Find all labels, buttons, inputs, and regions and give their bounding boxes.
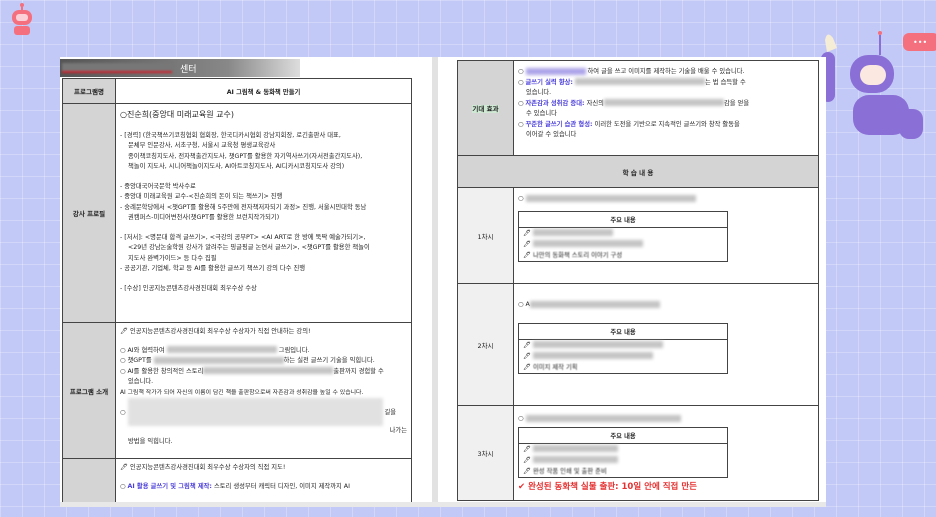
- effects-label: 기대 효과: [457, 60, 514, 156]
- intro-text: 그림입니다.: [278, 346, 310, 354]
- session-2: ○ A 주요 내용 🖊 🖊 🖊 이미지 제작 기획: [513, 283, 819, 406]
- box-item: 이미지 제작 기획: [533, 363, 578, 371]
- career-line: 책놀이 지도사, 시니어책놀이지도사, AI아트코칭지도사, AI디카시코칭지도…: [128, 163, 345, 170]
- published-note: ✔ 완성된 동화책 실물 출판: 10일 안에 직접 만든: [518, 481, 697, 492]
- career-line: - [경력] (한국책쓰기코칭협회 협회장, 한국디카시협회 강남지회장, 로긴…: [120, 131, 341, 139]
- intro-text: AI를 활용한 창의적인 스토리: [127, 367, 204, 375]
- effect-text: 이러한 도전을 기반으로 지속적인 글쓰기와 창작 활동을: [594, 120, 740, 128]
- waving-robot-icon: •••: [821, 31, 936, 139]
- goal-text: 스토리 생성부터 캐릭터 디자인, 이미지 제작까지 AI: [213, 482, 350, 490]
- intro-text: 있습니다.: [128, 378, 154, 385]
- banner-text: 센터: [180, 65, 197, 75]
- expected-effects: ○ 하여 글을 쓰고 이미지를 제작하는 기술을 배울 수 있습니다. ○ 글쓰…: [513, 60, 819, 156]
- session-3: ○ 주요 내용 🖊 🖊 🖊 완성 작품 인쇄 및 출판 준비 ✔ 완성된 동화책…: [513, 405, 819, 501]
- effect-text: 이어갈 수 있습니다: [526, 131, 577, 138]
- education-line: - 중앙대국어국문학 박사수료: [120, 182, 196, 190]
- program-intro: 🖊 인공지능콘텐츠강사경진대회 최우수상 수상자가 직접 안내하는 강의! ○ …: [115, 322, 412, 459]
- program-goals: 🖊 인공지능콘텐츠강사경진대회 최우수상 수상자의 직접 지도! ○ AI 활용…: [115, 458, 412, 504]
- intro-text: AI와 협력하여: [127, 346, 165, 354]
- box-title: 주요 내용: [519, 212, 727, 228]
- intro-heading: 인공지능콘텐츠강사경진대회 최우수상 수상자가 직접 안내하는 강의!: [130, 328, 311, 335]
- books-line: - [저서]: <명문대 합격 글쓰기>, <극강의 공부PT> <AI ART…: [120, 233, 366, 241]
- education-line: - 숭례문학당에서 <챗GPT를 활용해 5주만에 전자책저자되기 과정> 진행…: [120, 203, 367, 211]
- box-title: 주요 내용: [519, 324, 727, 340]
- effect-text: 수 있습니다: [526, 110, 557, 117]
- program-name-label: 프로그램명: [62, 78, 116, 104]
- books-line: <29년 강남논술학원 강사가 알려주는 핑글핑글 논연서 글쓰기>, <챗GP…: [128, 244, 370, 251]
- box-item: 나만의 동화책 스토리 이야기 구성: [533, 251, 623, 259]
- books-line: - 공공기관, 기업체, 학교 등 AI를 활용한 글쓰기 책쓰기 강의 다수 …: [120, 265, 306, 272]
- goals-label: [62, 458, 116, 504]
- effect-text: 하여 글을 쓰고 이미지를 제작하는 기술을 배울 수 있습니다.: [587, 68, 745, 75]
- education-line: - 중앙대 미래교육원 교수-<진순희의 돈이 되는 책쓰기> 진행: [120, 193, 283, 200]
- effect-text: 는 법 습득할 수: [704, 78, 746, 86]
- key-content-box: 주요 내용 🖊 🖊 🖊 완성 작품 인쇄 및 출판 준비: [518, 426, 728, 478]
- goals-heading: 인공지능콘텐츠강사경진대회 최우수상 수상자의 직접 지도!: [130, 464, 286, 471]
- page-banner: 센터: [60, 59, 300, 77]
- effects-label-text: 기대 효과: [472, 105, 499, 113]
- intro-label: 프로그램 소개: [62, 322, 116, 459]
- award-line: - [수상] 인공지능콘텐츠강사경진대회 최우수상 수상: [120, 284, 257, 292]
- robot-logo-icon: [12, 3, 32, 35]
- intro-text: AI 그림책 작가가 되어 자신의 이름이 담긴 책을 출판함으로써 자존감과 …: [120, 389, 364, 396]
- box-item: 완성 작품 인쇄 및 출판 준비: [533, 467, 607, 475]
- instructor-label: 강사 프로필: [62, 103, 116, 323]
- intro-text: 방법을 익힙니다.: [128, 437, 173, 445]
- instructor-name: ○진순희(중앙대 미래교육원 교수): [120, 110, 234, 119]
- session-label: 3차시: [457, 405, 514, 501]
- effect-text: 자신의: [586, 99, 604, 107]
- education-line: 권캠퍼스-미디어변천사(챗GPT를 활용한 브런치작가되기): [128, 214, 280, 221]
- effect-text: 감을 얻을: [723, 99, 750, 107]
- effect-title: 글쓰기 실력 향상:: [525, 78, 573, 86]
- program-name: AI 그림책 & 동화책 만들기: [115, 78, 412, 104]
- goal-title: AI 활용 글쓰기 및 그림책 제작:: [127, 482, 212, 490]
- effect-title: 꾸준한 글쓰기 습관 형성:: [525, 120, 593, 128]
- career-line: 문체부 인문강사, 서초구청, 서울시 교육청 평생교육강사: [128, 142, 276, 149]
- document-page-right: 기대 효과 ○ 하여 글을 쓰고 이미지를 제작하는 기술을 배울 수 있습니다…: [438, 57, 826, 502]
- instructor-profile: ○진순희(중앙대 미래교육원 교수) - [경력] (한국책쓰기코칭협회 협회장…: [115, 103, 412, 323]
- key-content-box: 주요 내용 🖊 🖊 🖊 나만의 동화책 스토리 이야기 구성: [518, 210, 728, 262]
- effect-text: 있습니다.: [526, 89, 552, 96]
- session-label: 1차시: [457, 187, 514, 284]
- box-title: 주요 내용: [519, 428, 727, 444]
- intro-text: 챗GPT를: [127, 357, 152, 364]
- content-header: 학 습 내 용: [457, 155, 819, 188]
- intro-text: 길을: [384, 409, 397, 416]
- horizontal-scrollbar[interactable]: [60, 502, 826, 507]
- intro-text: 하는 실전 글쓰기 기술을 익힙니다.: [283, 357, 375, 364]
- key-content-box: 주요 내용 🖊 🖊 🖊 이미지 제작 기획: [518, 322, 728, 374]
- intro-text: 출판까지 경험할 수: [333, 367, 384, 375]
- effect-title: 자존감과 성취감 증대:: [525, 99, 585, 107]
- document-page-left: 센터 프로그램명 AI 그림책 & 동화책 만들기 강사 프로필 ○진순희(중앙…: [60, 57, 432, 504]
- session-1: ○ 주요 내용 🖊 🖊 🖊 나만의 동화책 스토리 이야기 구성: [513, 187, 819, 284]
- intro-text: 나가는: [389, 427, 407, 434]
- session-label: 2차시: [457, 283, 514, 406]
- svg-text:•••: •••: [913, 38, 927, 47]
- books-line: 지도사 완벽가이드> 등 다수 집필: [128, 254, 217, 262]
- career-line: 종이책코칭지도사, 전자책출간지도사, 챗GPT를 활용한 자기역사쓰기(자서전…: [128, 152, 363, 160]
